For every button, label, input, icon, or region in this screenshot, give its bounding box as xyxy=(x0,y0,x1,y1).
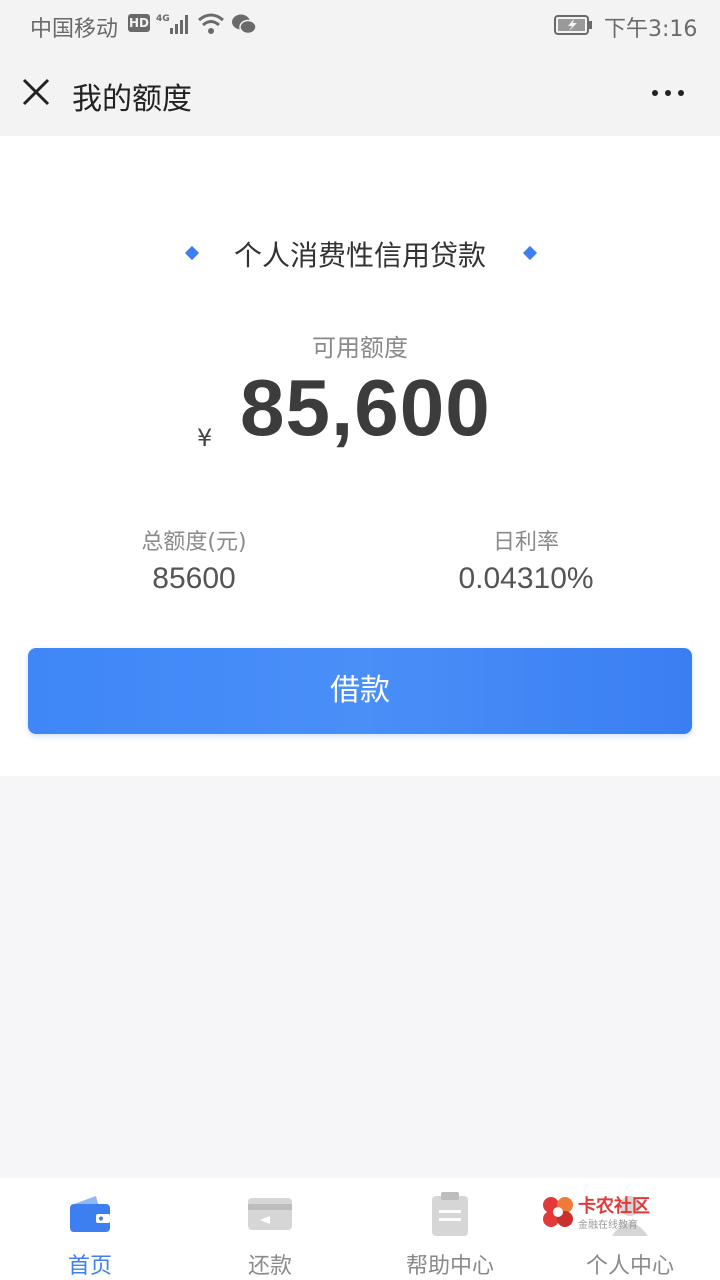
status-bar: 中国移动 HD 4G 下午3:16 xyxy=(0,0,720,50)
tab-label: 还款 xyxy=(247,1254,292,1279)
borrow-button[interactable]: 借款 xyxy=(28,648,692,734)
credit-limit-card: 个人消费性信用贷款 可用额度 ¥ 85,600 总额度(元) 85600 日利率… xyxy=(0,136,720,776)
wallet-icon xyxy=(70,1196,110,1232)
watermark-brand: 卡农社区 xyxy=(578,1196,650,1217)
tab-home[interactable]: 首页 xyxy=(0,1178,180,1280)
close-icon[interactable] xyxy=(22,78,50,106)
hd-badge: HD xyxy=(128,14,150,32)
watermark-slogan: 金融在线教育 xyxy=(578,1220,638,1231)
daily-rate-label: 日利率 xyxy=(492,530,559,555)
total-limit-value: 85600 xyxy=(152,562,236,595)
watermark-logo: 卡农社区 金融在线教育 xyxy=(540,1192,670,1232)
card-icon xyxy=(248,1198,292,1230)
available-limit-label: 可用额度 xyxy=(312,334,408,362)
kanong-logo-icon xyxy=(543,1197,573,1227)
network-label: 4G xyxy=(156,14,170,24)
nav-bar: 我的额度 xyxy=(0,50,720,136)
more-options-icon[interactable] xyxy=(650,88,686,98)
clipboard-icon xyxy=(432,1192,468,1236)
wechat-icon xyxy=(232,14,257,35)
tab-label: 帮助中心 xyxy=(405,1254,494,1279)
daily-rate-stat: 日利率 0.04310% xyxy=(416,524,636,596)
product-title: 个人消费性信用贷款 xyxy=(233,239,486,272)
wifi-icon xyxy=(198,13,224,34)
available-limit-amount: 85,600 xyxy=(240,363,491,452)
tab-repay[interactable]: 还款 xyxy=(180,1178,360,1280)
total-limit-stat: 总额度(元) 85600 xyxy=(84,524,304,596)
tab-help-center[interactable]: 帮助中心 xyxy=(360,1178,540,1280)
battery-charging-icon xyxy=(554,15,592,35)
tab-label: 首页 xyxy=(67,1254,112,1279)
page-title: 我的额度 xyxy=(72,82,192,117)
currency-symbol: ¥ xyxy=(197,424,213,452)
daily-rate-value: 0.04310% xyxy=(458,562,594,595)
carrier-label: 中国移动 xyxy=(30,17,119,42)
signal-icon: 4G xyxy=(156,14,188,34)
clock-label: 下午3:16 xyxy=(604,17,698,42)
screen: 中国移动 HD 4G 下午3:16 我的额度 个人消费性信用贷款 可用额度 ¥ … xyxy=(0,0,720,1280)
tab-label: 个人中心 xyxy=(585,1254,674,1279)
total-limit-label: 总额度(元) xyxy=(141,530,247,555)
